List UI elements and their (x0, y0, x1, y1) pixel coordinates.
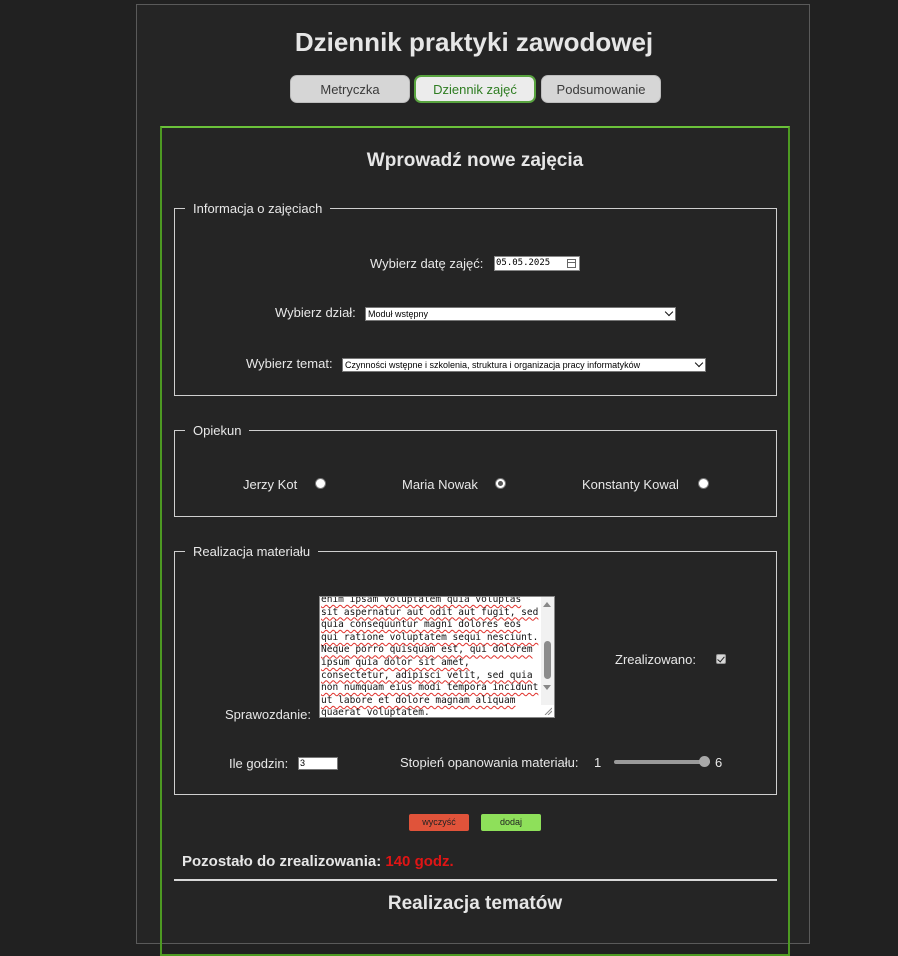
tab-podsumowanie[interactable]: Podsumowanie (541, 75, 661, 103)
date-label: Wybierz datę zajęć: (370, 256, 484, 271)
topic-label: Wybierz temat: (246, 356, 333, 371)
calendar-icon[interactable] (567, 259, 576, 268)
hours-input[interactable]: 3 (298, 757, 338, 770)
chevron-down-icon (694, 359, 704, 368)
mastery-max: 6 (715, 755, 723, 770)
scroll-up-icon[interactable] (543, 602, 551, 607)
topic-select[interactable]: Czynności wstępne i szkolenia, struktura… (342, 358, 706, 372)
mastery-slider-thumb[interactable] (699, 756, 710, 767)
material-legend: Realizacja materiału (185, 544, 319, 560)
mastery-slider-track[interactable] (614, 760, 710, 764)
remaining-label: Pozostało do zrealizowania: (182, 853, 382, 870)
scroll-down-icon[interactable] (543, 685, 551, 690)
remaining-value: 140 godz. (385, 853, 454, 870)
class-info-legend: Informacja o zajęciach (185, 201, 331, 217)
date-value: 05.05.2025 (496, 258, 551, 268)
material-fieldset: Realizacja materiału Sprawozdanie: enim … (174, 544, 777, 795)
guardian-maria-nowak-radio[interactable] (495, 478, 506, 489)
department-value: Moduł wstępny (368, 309, 429, 319)
guardian-jerzy-kot-radio[interactable] (315, 478, 326, 489)
journal-page: Dziennik praktyki zawodowej Metryczka Dz… (136, 4, 810, 956)
done-checkbox[interactable] (716, 654, 726, 664)
resize-grip-icon[interactable] (544, 707, 552, 715)
department-label: Wybierz dział: (275, 305, 356, 320)
guardian-fieldset: Opiekun Jerzy Kot Maria Nowak Konstanty … (174, 423, 777, 517)
guardian-jerzy-kot-label: Jerzy Kot (243, 477, 298, 492)
hours-label: Ile godzin: (229, 756, 289, 771)
department-select[interactable]: Moduł wstępny (365, 307, 676, 321)
entry-form-panel: Wprowadź nowe zajęcia Informacja o zajęc… (160, 126, 790, 956)
report-text: enim ipsam voluptatem quia voluptas sit … (321, 596, 539, 718)
tab-metryczka[interactable]: Metryczka (290, 75, 410, 103)
guardian-legend: Opiekun (185, 423, 250, 439)
add-button[interactable]: dodaj (481, 814, 541, 831)
clear-button[interactable]: wyczyść (409, 814, 469, 831)
tab-dziennik-zajec[interactable]: Dziennik zajęć (414, 75, 536, 103)
form-title: Wprowadź nowe zajęcia (366, 150, 584, 171)
remaining-hours: Pozostało do zrealizowania: 140 godz. (182, 853, 454, 870)
divider (174, 879, 777, 881)
scroll-thumb[interactable] (544, 641, 551, 679)
report-label: Sprawozdanie: (225, 707, 311, 722)
guardian-konstanty-kowal-label: Konstanty Kowal (582, 477, 679, 492)
guardian-konstanty-kowal-radio[interactable] (698, 478, 709, 489)
report-scrollbar[interactable] (541, 597, 554, 705)
mastery-min: 1 (594, 755, 602, 770)
done-label: Zrealizowano: (615, 652, 696, 667)
class-info-fieldset: Informacja o zajęciach Wybierz datę zaję… (174, 201, 777, 396)
date-input[interactable]: 05.05.2025 (494, 256, 580, 271)
guardian-maria-nowak-label: Maria Nowak (402, 477, 478, 492)
topic-value: Czynności wstępne i szkolenia, struktura… (345, 360, 641, 370)
hours-value: 3 (300, 758, 306, 768)
topics-title: Realizacja tematów (387, 893, 563, 914)
chevron-down-icon (664, 308, 674, 317)
page-title: Dziennik praktyki zawodowej (294, 27, 654, 57)
mastery-label: Stopień opanowania materiału: (400, 755, 579, 770)
report-textarea[interactable]: enim ipsam voluptatem quia voluptas sit … (319, 596, 555, 718)
